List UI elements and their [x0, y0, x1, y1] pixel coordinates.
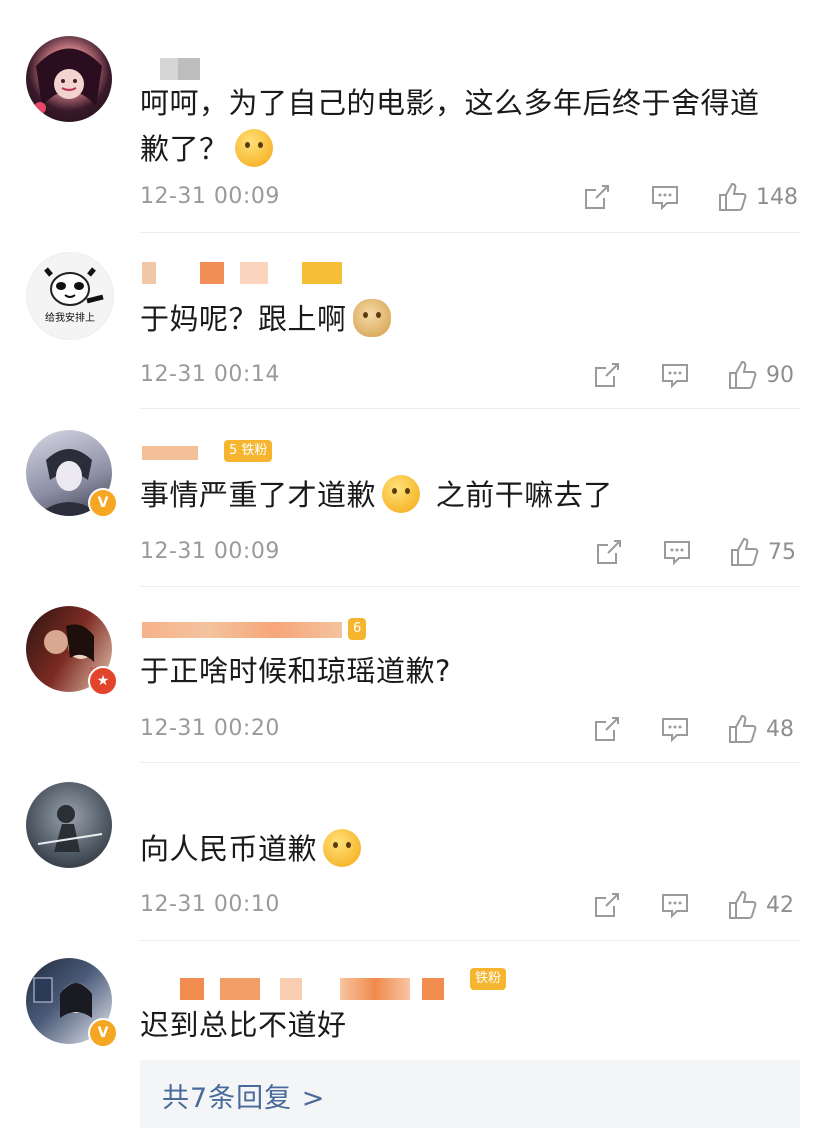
like-button[interactable]: 75 [728, 535, 796, 569]
fan-level-badge: 5 铁粉 [224, 440, 273, 462]
svg-text:给我安排上: 给我安排上 [45, 311, 95, 324]
avatar[interactable] [26, 782, 112, 868]
share-button[interactable] [592, 358, 622, 392]
thumbs-up-icon [729, 360, 757, 389]
username-blurred[interactable] [142, 440, 202, 462]
comment-meta: 12-31 00:20 48 [140, 712, 800, 746]
share-icon [595, 893, 619, 917]
comment-time: 12-31 00:10 [140, 892, 280, 917]
like-button[interactable]: 48 [726, 712, 794, 746]
thumbs-up-icon [731, 537, 759, 566]
view-replies-label: 共7条回复 > [162, 1083, 326, 1114]
like-count: 90 [766, 362, 794, 388]
comment-meta: 12-31 00:09 148 [140, 180, 800, 214]
share-button[interactable] [594, 535, 624, 569]
comment-button[interactable] [660, 888, 690, 922]
divider [140, 408, 800, 409]
thumbs-up-icon [719, 182, 747, 211]
share-button[interactable] [592, 712, 622, 746]
thumbs-up-icon [729, 714, 757, 743]
share-icon [595, 363, 619, 387]
like-button[interactable]: 90 [726, 358, 794, 392]
comment-time: 12-31 00:09 [140, 184, 280, 209]
like-button[interactable]: 42 [726, 888, 794, 922]
comment-icon [652, 186, 678, 211]
comment-time: 12-31 00:09 [140, 539, 280, 564]
username-blurred[interactable] [142, 618, 362, 640]
share-icon [597, 540, 621, 564]
share-icon [595, 717, 619, 741]
divider [140, 940, 800, 941]
fan-badge: 铁粉 [470, 968, 507, 990]
member-badge: ★ [88, 666, 118, 696]
like-count: 75 [768, 539, 796, 565]
like-button[interactable]: 148 [716, 180, 798, 214]
comment-time: 12-31 00:20 [140, 716, 280, 741]
comment-icon [662, 894, 688, 919]
panda-meme-icon: 给我安排上 [44, 267, 104, 324]
verified-badge: V [88, 488, 118, 518]
username-blurred[interactable] [142, 262, 342, 284]
comment-text: 于妈呢？跟上啊 [140, 296, 788, 342]
fan-level-badge: 6 [348, 618, 367, 640]
divider [140, 586, 800, 587]
username-blurred[interactable] [180, 978, 470, 1000]
comment-button[interactable] [660, 712, 690, 746]
comment-text: 向人民币道歉 [140, 826, 788, 872]
like-count: 148 [756, 184, 798, 210]
comment-text: 呵呵，为了自己的电影，这么多年后终于舍得道歉了？ [140, 86, 760, 167]
avatar[interactable] [26, 36, 112, 122]
avatar-photo-icon [37, 805, 103, 852]
comment-text: 于正啥时候和琼瑶道歉? [140, 654, 451, 688]
smile-emoji-icon [323, 829, 362, 867]
comment-meta: 12-31 00:14 90 [140, 358, 800, 392]
thumbs-up-icon [729, 890, 757, 919]
comment-text: 迟到总比不道好 [140, 1008, 347, 1042]
hug-emoji-icon [234, 129, 273, 167]
like-count: 42 [766, 892, 794, 918]
comment-button[interactable] [650, 180, 680, 214]
comment-icon [664, 541, 690, 566]
like-count: 48 [766, 716, 794, 742]
verified-badge: V [88, 1018, 118, 1048]
comment-time: 12-31 00:14 [140, 362, 280, 387]
share-button[interactable] [592, 888, 622, 922]
username-blurred[interactable] [160, 58, 200, 80]
divider [140, 762, 800, 763]
doge-emoji-icon [352, 299, 391, 337]
sweat-emoji-icon [382, 475, 421, 513]
share-icon [585, 185, 609, 209]
share-button[interactable] [582, 180, 612, 214]
comment-icon [662, 718, 688, 743]
view-replies-link[interactable]: 共7条回复 > [140, 1060, 800, 1128]
avatar[interactable]: 给我安排上 [26, 252, 114, 340]
comment-meta: 12-31 00:09 75 [140, 535, 800, 569]
comment-icon [662, 364, 688, 389]
divider [140, 232, 800, 233]
comment-meta: 12-31 00:10 42 [140, 888, 800, 922]
comment-button[interactable] [660, 358, 690, 392]
comment-text: 事情严重了才道歉 之前干嘛去了 [140, 472, 788, 518]
comment-button[interactable] [662, 535, 692, 569]
avatar-illustration-icon [34, 48, 102, 114]
